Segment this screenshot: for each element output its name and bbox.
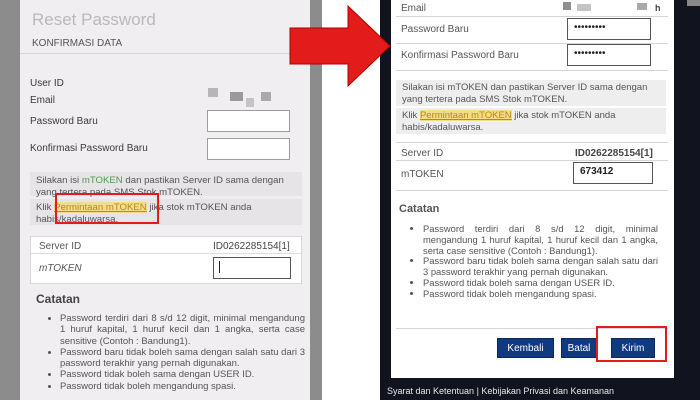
- catatan-item: Password terdiri dari 8 s/d 12 digit, mi…: [423, 223, 658, 256]
- divider: [20, 53, 310, 54]
- mtoken-label: mTOKEN: [39, 263, 82, 274]
- konfirmasi-password-label: Konfirmasi Password Baru: [401, 50, 519, 61]
- email-label: Email: [401, 3, 427, 14]
- konfirmasi-password-input[interactable]: [207, 138, 290, 160]
- censored-email: [563, 2, 571, 10]
- catatan-list: Password terdiri dari 8 s/d 12 digit, mi…: [413, 223, 658, 300]
- right-screen: Email h Password Baru ••••••••• Konfirma…: [391, 0, 674, 378]
- mtoken-input[interactable]: [213, 257, 291, 279]
- page-title: Reset Password: [32, 10, 156, 29]
- catatan-title: Catatan: [399, 203, 440, 215]
- catatan-item: Password tidak boleh mengandung spasi.: [423, 288, 658, 300]
- annotation-highlight-box: [596, 326, 667, 362]
- censored-user-id: [208, 88, 218, 97]
- info-box-link: Klik Permintaan mTOKEN jika stok mTOKEN …: [396, 108, 666, 134]
- censored-user-id: [230, 92, 243, 101]
- red-arrow-icon: [289, 4, 391, 88]
- permintaan-mtoken-link[interactable]: Permintaan mTOKEN: [419, 110, 512, 121]
- divider: [396, 190, 668, 191]
- censored-email: [637, 3, 647, 10]
- catatan-item: Password tidak boleh mengandung spasi.: [60, 381, 305, 392]
- annotation-highlight-box: [55, 193, 159, 224]
- divider: [396, 160, 668, 161]
- batal-button[interactable]: Batal: [561, 338, 597, 358]
- server-id-value: ID0262285154[1]: [575, 148, 653, 159]
- censored-email: [261, 92, 271, 101]
- mtoken-input[interactable]: 673412: [573, 162, 653, 184]
- user-id-label: User ID: [30, 78, 64, 89]
- password-baru-input[interactable]: [207, 110, 290, 132]
- catatan-item: Password terdiri dari 8 s/d 12 digit, mi…: [60, 313, 305, 347]
- divider: [396, 70, 668, 71]
- server-id-value: ID0262285154[1]: [213, 241, 290, 252]
- password-baru-label: Password Baru: [30, 116, 98, 127]
- text-cursor: [219, 261, 220, 273]
- email-label: Email: [30, 95, 56, 106]
- server-id-label: Server ID: [401, 148, 444, 159]
- info-box: Silakan isi mTOKEN dan pastikan Server I…: [396, 80, 666, 106]
- censored-email: [577, 4, 591, 11]
- info-text: Klik: [402, 110, 420, 121]
- info-text-mtoken: mTOKEN: [81, 175, 123, 186]
- password-baru-label: Password Baru: [401, 24, 469, 35]
- divider: [396, 16, 668, 17]
- catatan-item: Password tidak boleh sama dengan USER ID…: [60, 369, 305, 380]
- password-baru-input[interactable]: •••••••••: [567, 18, 651, 40]
- konfirmasi-password-label: Konfirmasi Password Baru: [30, 143, 148, 154]
- divider: [396, 142, 668, 143]
- catatan-item: Password baru tidak boleh sama dengan sa…: [423, 256, 658, 278]
- info-text: Silakan isi: [36, 175, 82, 186]
- catatan-item: Password baru tidak boleh sama dengan sa…: [60, 347, 305, 370]
- top-edge-bar: [687, 0, 700, 6]
- section-title: KONFIRMASI DATA: [32, 38, 123, 49]
- kembali-button[interactable]: Kembali: [497, 338, 554, 358]
- konfirmasi-password-input[interactable]: •••••••••: [567, 44, 651, 66]
- table-divider: [31, 253, 301, 254]
- footer-links[interactable]: Syarat dan Ketentuan | Kebijakan Privasi…: [387, 386, 614, 396]
- censored-email: [246, 98, 254, 107]
- info-text: Klik: [36, 202, 55, 213]
- mtoken-label: mTOKEN: [401, 169, 444, 180]
- server-id-label: Server ID: [39, 241, 82, 252]
- catatan-title: Catatan: [36, 292, 81, 306]
- catatan-list: Password terdiri dari 8 s/d 12 digit, mi…: [50, 313, 305, 392]
- server-mtoken-table: Server ID ID0262285154[1] mTOKEN: [30, 236, 302, 284]
- email-suffix-fragment: h: [655, 3, 661, 13]
